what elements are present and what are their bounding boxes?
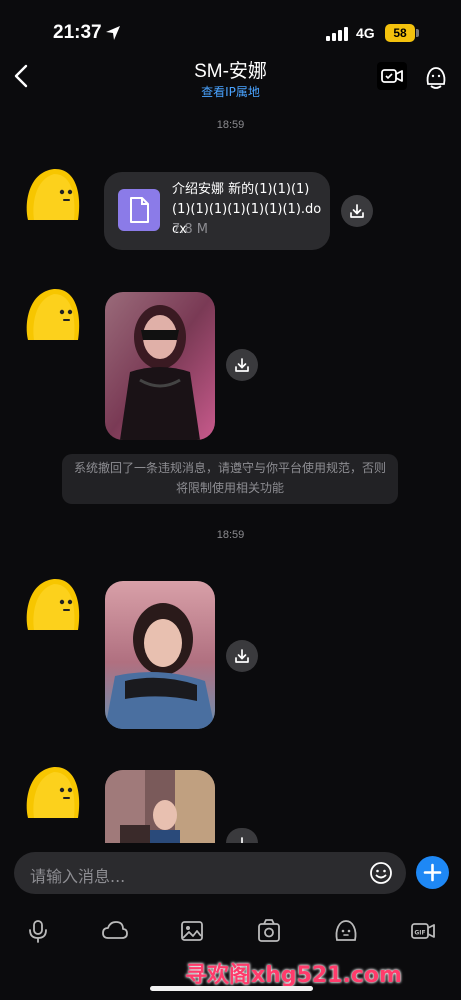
download-icon [235,649,249,663]
download-icon [235,358,249,372]
status-time: 21:37 [53,22,102,43]
photo-woman-lying [105,581,215,729]
signal-icon [326,27,350,41]
photo-masked-woman [105,292,215,440]
contact-avatar[interactable] [24,166,82,222]
home-indicator[interactable] [150,986,313,991]
file-message[interactable]: 介绍安娜 新的(1)(1)(1)(1)(1)(1)(1)(1)(1)(1).do… [104,172,330,250]
image-message[interactable] [105,292,215,440]
contact-avatar[interactable] [24,576,82,632]
image-message[interactable] [105,770,215,843]
video-call-button[interactable] [377,62,407,90]
add-attachment-button[interactable] [416,856,449,889]
mic-icon[interactable] [25,918,51,944]
image-icon[interactable] [179,918,205,944]
file-size: 7.8 M [172,222,209,237]
plus-icon [423,863,442,882]
message-input[interactable]: 请输入消息... [14,852,406,894]
photo-woman-room [105,770,215,843]
network-type: 4G [356,25,375,41]
image-message[interactable] [105,581,215,729]
contact-avatar[interactable] [24,286,82,342]
download-icon [350,204,364,218]
battery-indicator: 58 [385,24,415,42]
sticker-icon[interactable] [333,918,359,944]
message-timestamp: 18:59 [216,119,245,131]
message-input-placeholder: 请输入消息... [30,867,126,886]
emoji-icon[interactable] [369,861,393,885]
download-button[interactable] [226,828,258,843]
profile-icon[interactable] [423,64,449,90]
system-recall-notice: 系统撤回了一条违规消息，请遵守与你平台使用规范，否则将限制使用相关功能 [62,454,398,504]
message-timestamp: 18:59 [216,529,245,541]
download-button[interactable] [226,640,258,672]
location-arrow-icon [106,26,120,40]
watermark-text: 寻欢阁xhg521.com [185,963,402,988]
download-button[interactable] [226,349,258,381]
camera-icon[interactable] [256,918,282,944]
document-icon [118,189,160,231]
download-icon [241,837,243,843]
download-button[interactable] [341,195,373,227]
gif-icon[interactable]: GIF [410,918,436,944]
video-camera-icon [381,69,403,83]
cloud-icon[interactable] [101,918,129,944]
contact-avatar[interactable] [24,764,82,820]
svg-text:GIF: GIF [414,930,425,937]
battery-tip [416,29,419,37]
